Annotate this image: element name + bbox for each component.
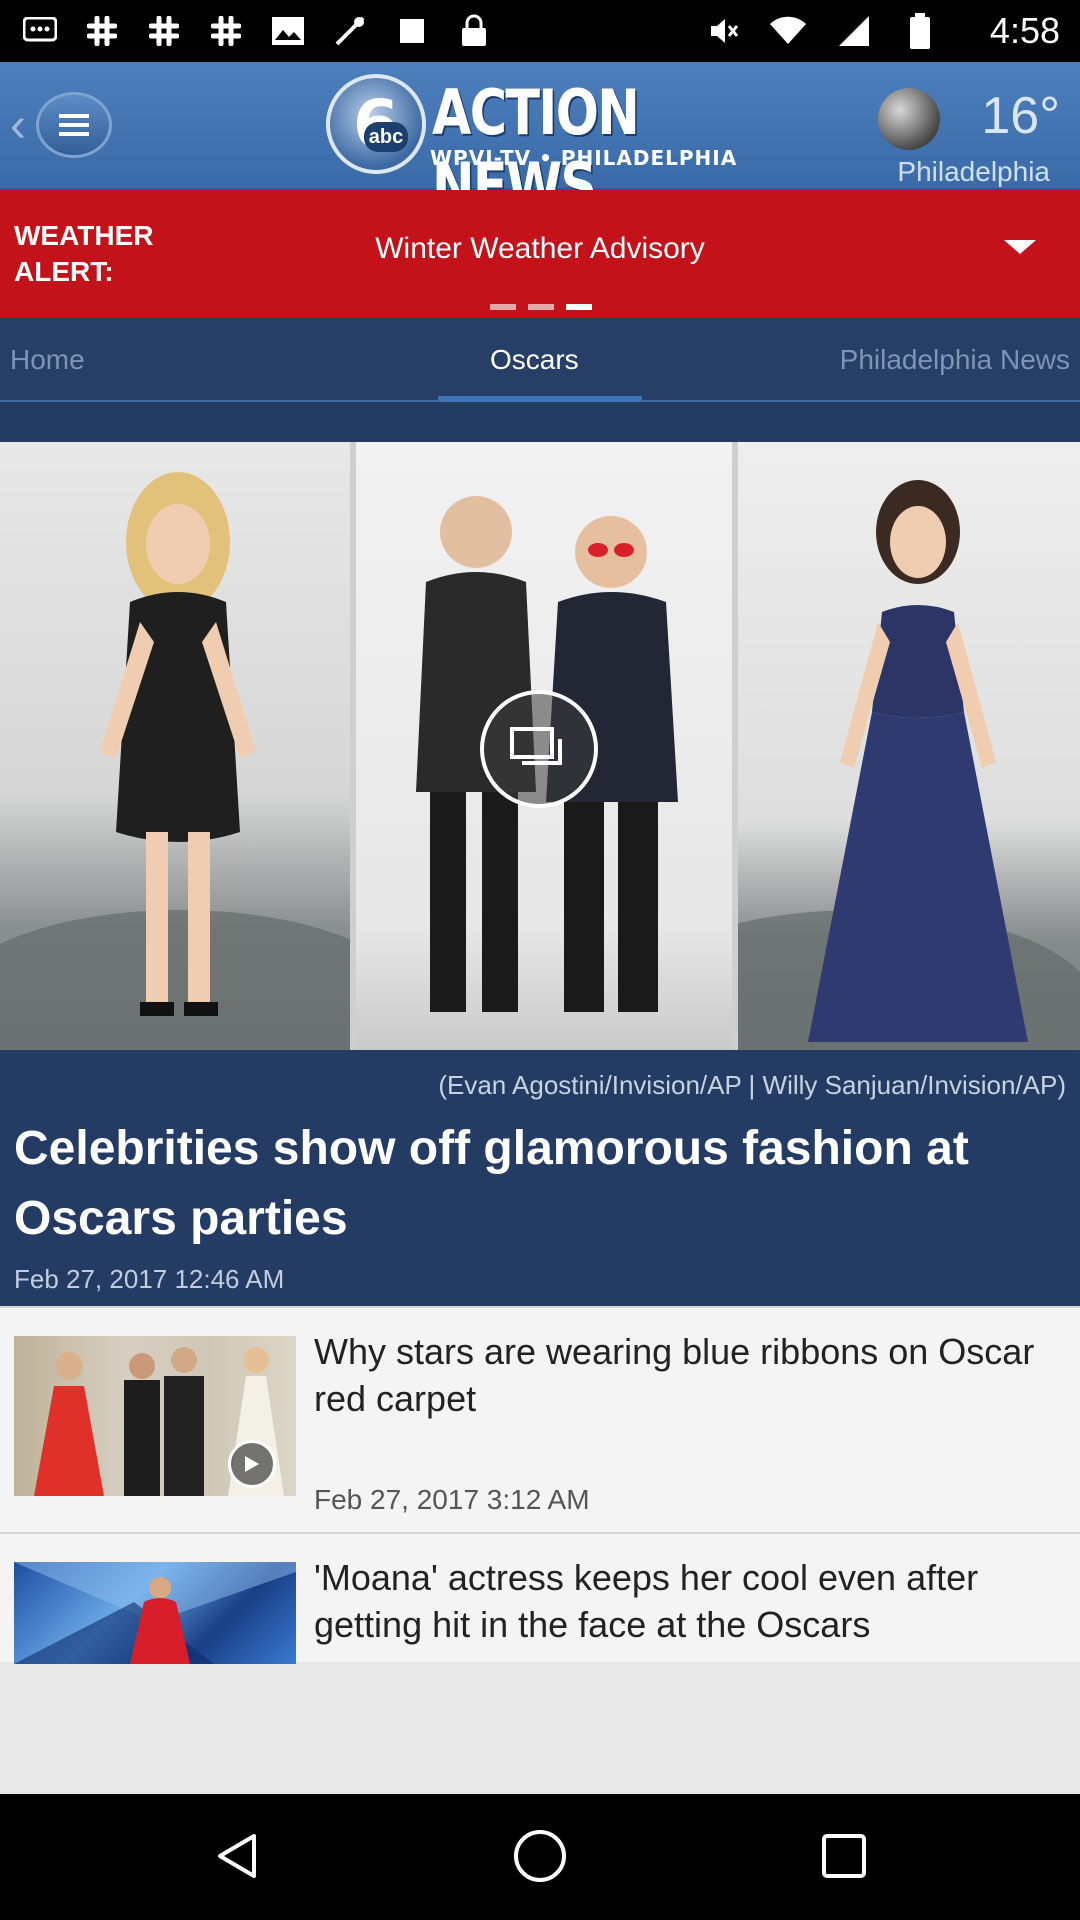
dropdown-caret-icon[interactable]	[1004, 240, 1036, 254]
weather-alert-bar[interactable]: WEATHER ALERT: Winter Weather Advisory	[0, 190, 1080, 318]
weather-temperature: 16°	[981, 87, 1060, 145]
weather-widget[interactable]: 16° Philadelphia	[870, 74, 1060, 187]
slack-icon	[82, 12, 122, 50]
story-title[interactable]: 'Moana' actress keeps her cool even afte…	[314, 1554, 1054, 1648]
battery-icon	[900, 12, 940, 50]
tab-home[interactable]: Home	[10, 344, 85, 376]
system-navigation-bar	[0, 1794, 1080, 1920]
story-thumbnail[interactable]	[14, 1336, 296, 1496]
pager-dot[interactable]	[528, 304, 554, 310]
photo-woman-blue-gown	[738, 442, 1080, 1050]
recents-icon[interactable]	[814, 1826, 874, 1886]
list-item[interactable]: 'Moana' actress keeps her cool even afte…	[0, 1532, 1080, 1664]
status-time: 4:58	[989, 10, 1060, 51]
signal-icon	[330, 12, 370, 50]
photo-icon	[268, 12, 308, 50]
story-thumbnail[interactable]	[14, 1562, 296, 1664]
alert-pager	[490, 304, 592, 310]
app-header: ‹ 6 abc ACTION NEWS WPVI-TV • PHILADELPH…	[0, 62, 1080, 222]
home-icon[interactable]	[510, 1826, 570, 1886]
gallery-icon[interactable]	[480, 690, 598, 808]
status-bar: 4:58	[0, 0, 1080, 62]
tab-philadelphia-news[interactable]: Philadelphia News	[840, 344, 1070, 376]
logo-subtitle: WPVI-TV • PHILADELPHIA	[430, 146, 738, 170]
lock-icon	[454, 12, 494, 50]
menu-button[interactable]	[36, 92, 112, 158]
weather-city: Philadelphia	[897, 156, 1050, 187]
app-logo[interactable]: 6 abc ACTION NEWS WPVI-TV • PHILADELPHIA	[326, 68, 756, 222]
story-date: Feb 27, 2017 3:12 AM	[314, 1484, 590, 1515]
hamburger-icon	[59, 114, 89, 136]
mute-icon	[702, 12, 742, 50]
featured-headline[interactable]: Celebrities show off glamorous fashion a…	[14, 1114, 1054, 1254]
featured-image[interactable]	[0, 442, 1080, 1050]
back-chevron-icon[interactable]: ‹	[10, 98, 26, 153]
signal-icon	[834, 12, 874, 50]
featured-date: Feb 27, 2017 12:46 AM	[14, 1264, 285, 1294]
status-left-icons	[20, 12, 494, 50]
pager-dot-active[interactable]	[566, 304, 592, 310]
list-item[interactable]: Why stars are wearing blue ribbons on Os…	[0, 1306, 1080, 1532]
wifi-icon	[768, 12, 808, 50]
featured-story[interactable]: (Evan Agostini/Invision/AP | Willy Sanju…	[0, 402, 1080, 1306]
notification-icon	[392, 12, 432, 50]
tab-oscars[interactable]: Oscars	[490, 344, 579, 376]
pager-dot[interactable]	[490, 304, 516, 310]
alert-text: Winter Weather Advisory	[375, 232, 705, 265]
photo-woman-black-dress	[0, 442, 350, 1050]
slack-icon	[144, 12, 184, 50]
slack-icon	[206, 12, 246, 50]
section-tabs: Home Oscars Philadelphia News	[0, 318, 1080, 402]
chat-icon	[20, 12, 60, 50]
story-title[interactable]: Why stars are wearing blue ribbons on Os…	[314, 1328, 1054, 1422]
play-icon[interactable]	[228, 1440, 276, 1488]
moon-icon	[878, 88, 940, 150]
logo-abc: abc	[364, 122, 408, 152]
status-right-icons	[702, 12, 940, 50]
back-icon[interactable]	[206, 1826, 266, 1886]
photo-credit: (Evan Agostini/Invision/AP | Willy Sanju…	[438, 1070, 1066, 1100]
